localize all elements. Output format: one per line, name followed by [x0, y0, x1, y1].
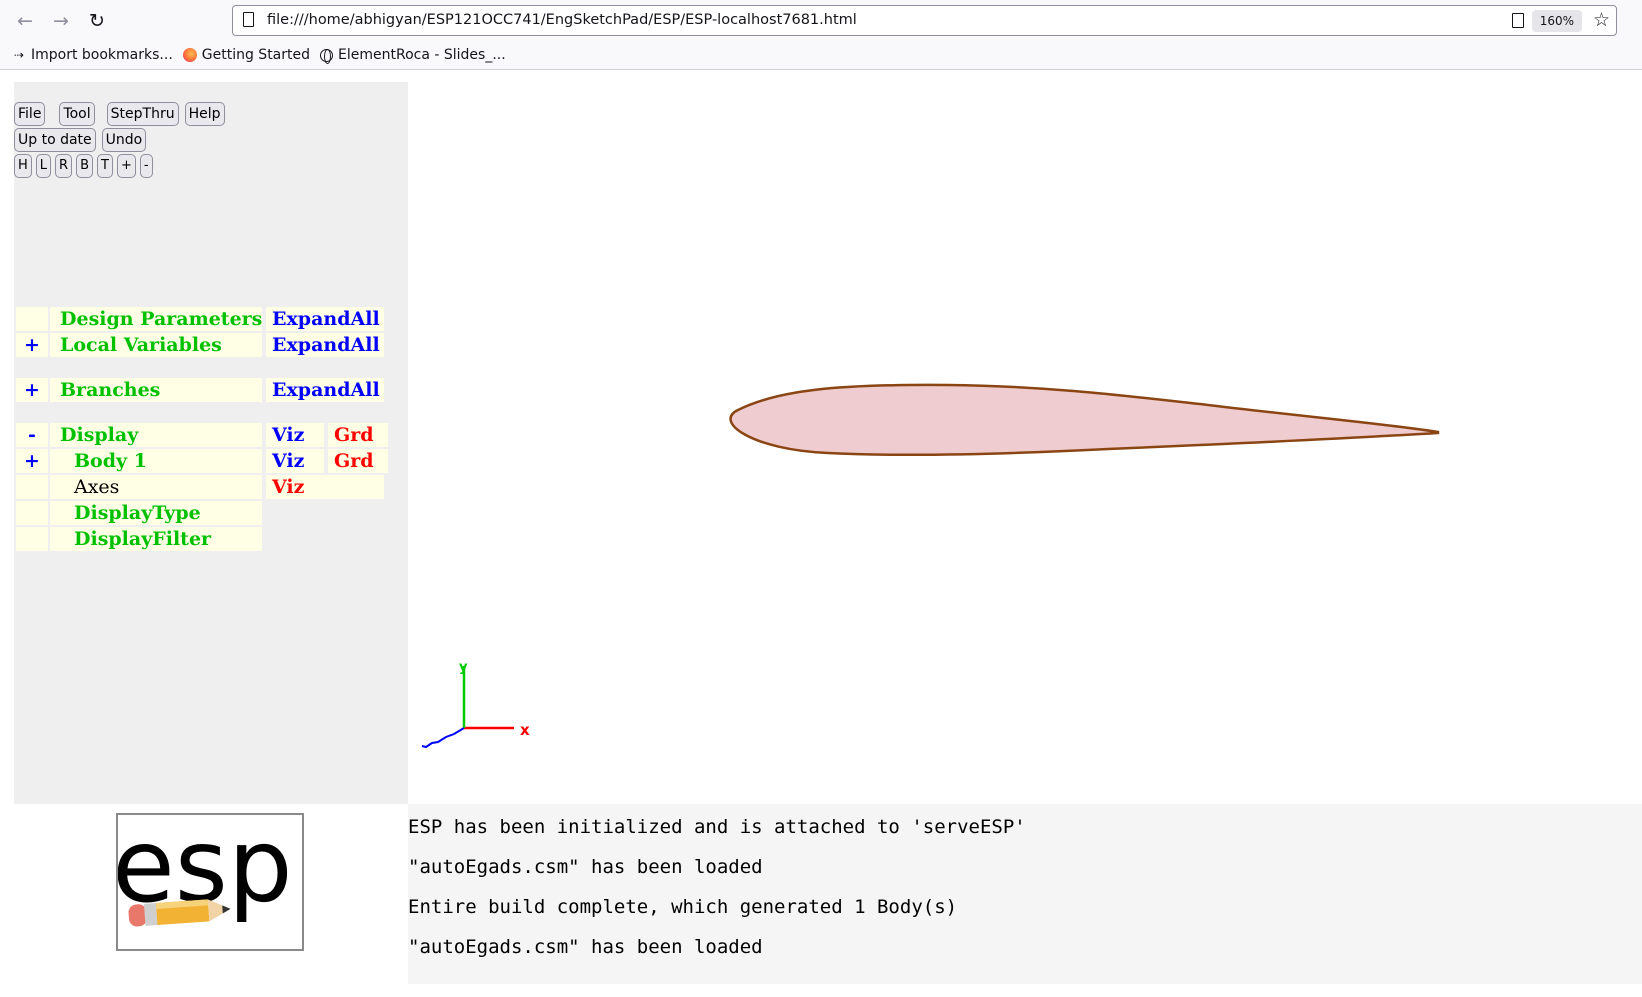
bookmark-label: Getting Started [201, 47, 311, 63]
expander[interactable]: + [16, 333, 48, 357]
stepthru-button[interactable]: StepThru [106, 102, 179, 126]
y-axis-label: y [459, 660, 468, 675]
bookmark-getting-started[interactable]: Getting Started [182, 47, 311, 63]
browser-chrome: ← → ↻ file:///home/abhigyan/ESP121OCC741… [0, 0, 1642, 70]
view-left-button[interactable]: L [35, 154, 52, 178]
tree-label[interactable]: Body 1 [50, 449, 262, 473]
expander [16, 501, 48, 525]
zoom-out-button[interactable]: - [139, 154, 153, 178]
x-axis-label: x [520, 721, 530, 739]
zoom-in-button[interactable]: + [116, 154, 136, 178]
tree-label[interactable]: DisplayType [50, 501, 262, 525]
bookmark-star-icon[interactable]: ☆ [1593, 9, 1610, 31]
grd-toggle[interactable]: Grd [328, 449, 388, 473]
esp-logo: esp [112, 807, 304, 951]
viz-toggle[interactable]: Viz [266, 475, 384, 499]
bookmark-import[interactable]: ⇢ Import bookmarks... [12, 47, 173, 63]
url-text[interactable]: file:///home/abhigyan/ESP121OCC741/EngSk… [267, 12, 857, 28]
expander[interactable]: - [16, 423, 48, 447]
bookmark-elementroca[interactable]: ElementRoca - Slides_... [320, 47, 506, 64]
bookmark-label: ElementRoca - Slides_... [338, 47, 506, 63]
tree-label[interactable]: Design Parameters [50, 307, 262, 331]
tree-label[interactable]: DisplayFilter [50, 527, 262, 551]
expand-all-link[interactable]: ExpandAll [266, 378, 384, 402]
expander [16, 307, 48, 331]
globe-icon [320, 48, 334, 64]
expander [16, 527, 48, 551]
viz-toggle[interactable]: Viz [266, 449, 324, 473]
undo-button[interactable]: Undo [101, 128, 147, 152]
page-icon [243, 12, 254, 27]
message-line: "autoEgads.csm" has been loaded [408, 856, 763, 878]
expander[interactable]: + [16, 378, 48, 402]
up-to-date-button[interactable]: Up to date [14, 128, 96, 152]
view-top-button[interactable]: T [97, 154, 113, 178]
expander[interactable]: + [16, 449, 48, 473]
esp-logo-art: esp [112, 807, 293, 927]
tree-label[interactable]: Branches [50, 378, 262, 402]
message-line: "autoEgads.csm" has been loaded [408, 936, 763, 958]
bookmarks-toolbar: ⇢ Import bookmarks... Getting Started El… [12, 44, 506, 66]
forward-icon[interactable]: → [46, 8, 76, 34]
airfoil-body[interactable] [729, 383, 1440, 457]
view-home-button[interactable]: H [14, 154, 32, 178]
messages-window: ESP has been initialized and is attached… [408, 804, 1642, 984]
tree-label: Axes [50, 475, 262, 499]
help-button[interactable]: Help [184, 102, 225, 126]
reader-view-icon[interactable] [1512, 13, 1524, 28]
expander [16, 475, 48, 499]
z-axis-line [421, 727, 465, 749]
file-button[interactable]: File [14, 102, 46, 126]
view-right-button[interactable]: R [55, 154, 73, 178]
tree-label[interactable]: Local Variables [50, 333, 262, 357]
back-icon[interactable]: ← [10, 8, 40, 34]
address-bar[interactable]: file:///home/abhigyan/ESP121OCC741/EngSk… [232, 5, 1617, 36]
view-row: H L R B T + - [14, 154, 153, 178]
message-line: Entire build complete, which generated 1… [408, 896, 958, 918]
build-row: Up to date Undo [14, 128, 147, 152]
message-line: ESP has been initialized and is attached… [408, 816, 1026, 838]
main-menu-row: File Tool StepThru Help [14, 102, 225, 126]
view-bottom-button[interactable]: B [76, 154, 93, 178]
graphics-canvas[interactable]: x y [408, 82, 1642, 804]
reload-icon[interactable]: ↻ [82, 8, 112, 34]
import-icon: ⇢ [13, 48, 25, 62]
grd-toggle[interactable]: Grd [328, 423, 388, 447]
viz-toggle[interactable]: Viz [266, 423, 324, 447]
expand-all-link[interactable]: ExpandAll [266, 307, 384, 331]
tree-label[interactable]: Display [50, 423, 262, 447]
left-panel: File Tool StepThru Help Up to date Undo … [14, 82, 408, 804]
zoom-level-badge[interactable]: 160% [1531, 10, 1582, 32]
tool-button[interactable]: Tool [59, 102, 95, 126]
expand-all-link[interactable]: ExpandAll [266, 333, 384, 357]
graphics-svg: x y [421, 383, 1440, 749]
firefox-icon [182, 48, 197, 62]
bookmark-label: Import bookmarks... [31, 47, 173, 63]
